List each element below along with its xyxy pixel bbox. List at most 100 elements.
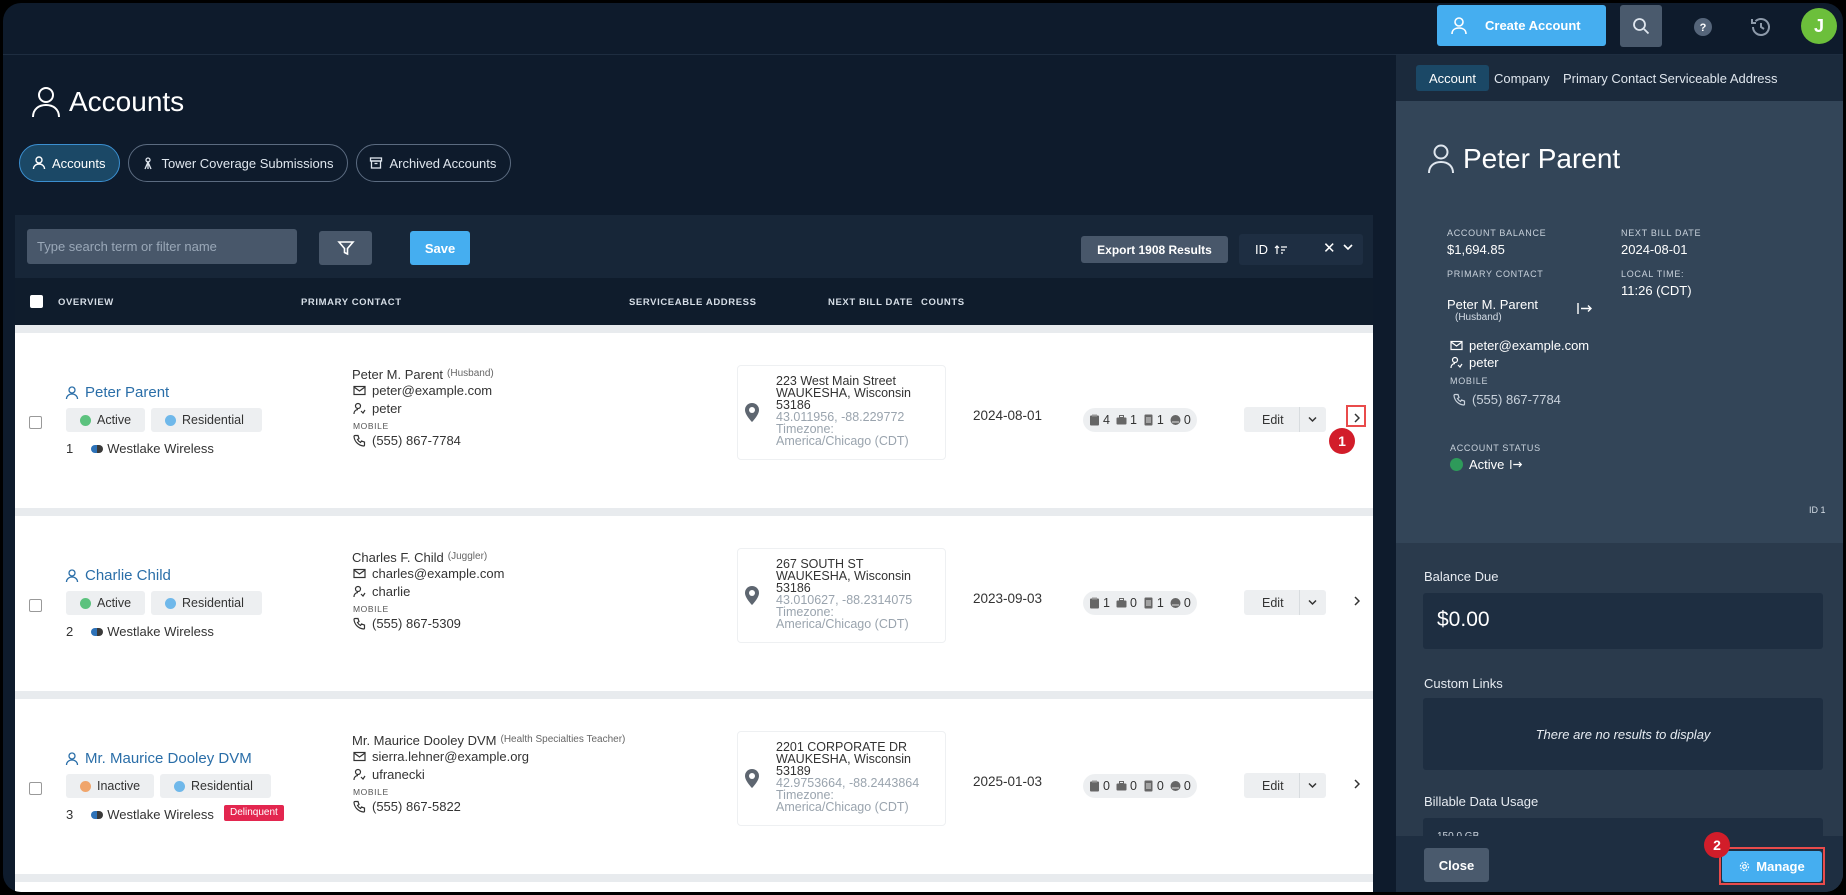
user-key-icon [1450, 356, 1463, 369]
map-pin-icon [745, 403, 759, 422]
sort-field-label: ID [1255, 242, 1268, 257]
drawer-contact-name: Peter M. Parent [1447, 297, 1539, 312]
export-results-button[interactable]: Export 1908 Results [1081, 236, 1228, 263]
user-avatar[interactable]: J [1801, 8, 1837, 44]
user-icon [1451, 16, 1467, 34]
next-bill-date: 2025-01-03 [973, 774, 1043, 789]
contact-username: ufranecki [353, 767, 425, 782]
account-name: Peter Parent [85, 384, 170, 401]
counts-badge: 4 1 1 0 [1083, 408, 1197, 432]
drawer-phone-text: (555) 867-7784 [1472, 392, 1561, 407]
global-search-button[interactable] [1620, 5, 1662, 47]
count-tickets: 4 [1103, 413, 1110, 427]
account-index: 2 Westlake Wireless [66, 624, 214, 639]
table-row[interactable]: Peter Parent Active Residential 1 Westlak… [15, 333, 1373, 508]
table-row[interactable]: Mr. Maurice Dooley DVM Inactive Resident… [15, 699, 1373, 874]
count-devices: 0 [1183, 779, 1191, 793]
company-icon [91, 810, 104, 819]
contact-phone[interactable]: (555) 867-7784 [353, 433, 461, 448]
index-number: 3 [66, 807, 74, 822]
drawer-username-text: peter [1469, 355, 1499, 370]
change-status-icon[interactable] [1510, 458, 1523, 471]
history-icon[interactable] [1749, 15, 1773, 39]
page-title: Accounts [31, 86, 184, 118]
row-divider [15, 508, 1373, 516]
chevron-down-icon[interactable] [1308, 782, 1317, 789]
contact-role: (Health Specialties Teacher) [500, 734, 626, 745]
drawer-phone[interactable]: (555) 867-7784 [1453, 392, 1561, 407]
user-icon [65, 751, 79, 765]
chevron-down-icon[interactable] [1308, 416, 1317, 423]
help-icon[interactable]: ? [1693, 17, 1713, 37]
address-timezone: America/Chicago (CDT) [776, 800, 909, 814]
delinquent-badge: Delinquent [224, 805, 284, 821]
row-divider [15, 691, 1373, 699]
account-name-link[interactable]: Mr. Maurice Dooley DVM [65, 750, 252, 767]
row-checkbox[interactable] [29, 782, 42, 795]
page-title-text: Accounts [69, 86, 185, 117]
table-header: OVERVIEW PRIMARY CONTACT SERVICEABLE ADD… [15, 278, 1373, 325]
tab-accounts[interactable]: Accounts [19, 144, 121, 182]
highlight-box [1346, 405, 1366, 427]
row-checkbox[interactable] [29, 416, 42, 429]
contact-name: Charles F. Child [352, 550, 444, 565]
user-key-icon [353, 768, 366, 781]
contact-email[interactable]: charles@example.com [353, 566, 504, 581]
table-row[interactable]: Charlie Child Active Residential 2 Westla… [15, 516, 1373, 691]
tab-archived-accounts[interactable]: Archived Accounts [356, 144, 512, 182]
search-icon [1633, 18, 1650, 35]
contact-email[interactable]: peter@example.com [353, 383, 492, 398]
chevron-right-icon[interactable] [1354, 596, 1360, 606]
edit-button[interactable]: Edit [1262, 413, 1284, 427]
user-key-icon [353, 402, 366, 415]
company-icon [91, 444, 104, 453]
tab-tower-coverage[interactable]: Tower Coverage Submissions [128, 144, 349, 182]
billable-usage-label: Billable Data Usage [1424, 794, 1539, 809]
counts-badge: 0 0 0 0 [1083, 774, 1197, 798]
sort-select[interactable]: ID ✕ [1239, 234, 1363, 265]
email-text: sierra.lehner@example.org [372, 749, 529, 764]
type-text: Residential [182, 413, 244, 427]
chevron-right-icon[interactable] [1354, 779, 1360, 789]
index-number: 1 [66, 441, 74, 456]
account-index: 3 Westlake Wireless [66, 807, 214, 822]
create-account-label: Create Account [1485, 18, 1581, 33]
balance-value: $1,694.85 [1447, 242, 1505, 257]
account-name-link[interactable]: Peter Parent [65, 384, 169, 401]
row-divider [15, 325, 1373, 333]
divider [1299, 407, 1300, 432]
clear-sort-icon[interactable]: ✕ [1323, 239, 1336, 257]
search-input[interactable]: Type search term or filter name [27, 229, 297, 264]
mobile-label: MOBILE [353, 421, 389, 431]
document-icon [1144, 414, 1153, 426]
drawer-tabs: Account Company Primary Contact Servicea… [1396, 55, 1843, 101]
edit-button[interactable]: Edit [1262, 779, 1284, 793]
drawer-tab-serviceable-address[interactable]: Serviceable Address [1646, 65, 1791, 91]
close-button[interactable]: Close [1424, 848, 1489, 882]
status-badge: Active [66, 408, 146, 432]
contact-email[interactable]: sierra.lehner@example.org [353, 749, 529, 764]
open-contact-icon[interactable] [1577, 302, 1593, 315]
user-icon [32, 156, 46, 170]
save-filter-button[interactable]: Save [410, 231, 470, 265]
contact-phone[interactable]: (555) 867-5309 [353, 616, 461, 631]
edit-button[interactable]: Edit [1262, 596, 1284, 610]
contact-name: Mr. Maurice Dooley DVM [352, 733, 497, 748]
tab-accounts-label: Accounts [52, 155, 106, 171]
address-timezone: America/Chicago (CDT) [776, 434, 909, 448]
email-icon [1450, 340, 1463, 351]
company-name: Westlake Wireless [107, 441, 214, 456]
chevron-down-icon[interactable] [1343, 243, 1353, 251]
account-id: ID 1 [1809, 505, 1826, 515]
account-name-link[interactable]: Charlie Child [65, 567, 171, 584]
create-account-button[interactable]: Create Account [1437, 5, 1606, 46]
drawer-tab-account[interactable]: Account [1416, 65, 1489, 91]
select-all-checkbox[interactable] [30, 295, 43, 308]
chevron-down-icon[interactable] [1308, 599, 1317, 606]
column-serviceable-address: SERVICEABLE ADDRESS [629, 297, 757, 308]
contact-phone[interactable]: (555) 867-5822 [353, 799, 461, 814]
row-checkbox[interactable] [29, 599, 42, 612]
filter-button[interactable] [319, 231, 372, 265]
drawer-email[interactable]: peter@example.com [1450, 338, 1589, 353]
type-badge: Residential [151, 591, 262, 615]
